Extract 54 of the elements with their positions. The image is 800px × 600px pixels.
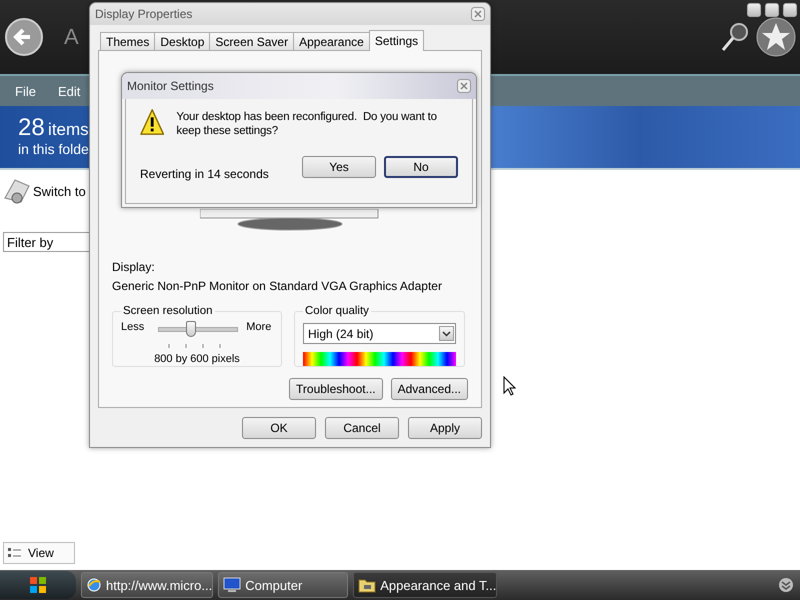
list-icon — [8, 547, 22, 559]
min-label: Less — [121, 321, 144, 333]
tab[interactable]: Themes — [100, 32, 156, 50]
item-count: 28 — [18, 114, 45, 141]
dialog-button[interactable]: OK — [242, 417, 316, 439]
close-icon[interactable] — [471, 7, 485, 21]
tab[interactable]: Settings — [368, 30, 424, 51]
dialog-title: Monitor Settings — [127, 79, 214, 93]
dialog-button[interactable]: Apply — [408, 417, 482, 439]
menu-item[interactable]: Edit — [58, 84, 80, 98]
monitor-icon — [223, 577, 242, 593]
start-button[interactable] — [0, 571, 76, 599]
back-icon[interactable] — [4, 17, 44, 57]
folder-icon — [358, 577, 376, 593]
view-button[interactable]: View — [3, 542, 75, 564]
resolution-slider[interactable] — [156, 321, 240, 337]
countdown-text: Reverting in 14 seconds — [140, 167, 269, 181]
task-link[interactable]: Switch to — [33, 184, 86, 198]
dialog-button[interactable]: No — [384, 156, 458, 178]
chevron-icon[interactable] — [778, 577, 794, 593]
resolution-reading: 800 by 600 pixels — [153, 353, 241, 365]
search-icon[interactable] — [720, 21, 750, 53]
max-label: More — [246, 321, 272, 333]
minimize-button[interactable] — [747, 3, 761, 17]
cursor-icon — [503, 376, 516, 396]
window-title: A — [64, 24, 79, 50]
color-quality-dropdown[interactable]: High (24 bit) — [303, 323, 456, 344]
menu-item[interactable]: File — [15, 84, 36, 98]
maximize-button[interactable] — [765, 3, 779, 17]
display-label: Display: — [112, 260, 156, 274]
dialog-title: Display Properties — [95, 7, 192, 21]
group-title: Screen resolution — [122, 305, 214, 317]
dialog-button[interactable]: Yes — [302, 156, 376, 178]
tab[interactable]: Desktop — [154, 32, 210, 50]
browser-icon — [86, 577, 102, 593]
group-title: Color quality — [304, 305, 370, 317]
slider-thumb[interactable] — [186, 321, 196, 337]
display-value: Generic Non-PnP Monitor on Standard VGA Graphics Adapter — [112, 279, 443, 293]
tab[interactable]: Appearance — [293, 32, 370, 50]
taskbar-button[interactable]: Computer — [218, 572, 348, 598]
warning-icon — [140, 107, 164, 137]
close-icon[interactable] — [457, 79, 471, 93]
dialog-message: Your desktop has been reconfigured. Do you want to keep these settings? — [176, 110, 438, 138]
dialog-button[interactable]: Cancel — [325, 417, 399, 439]
taskbar-button[interactable]: Appearance and T... — [353, 572, 498, 598]
windows-logo-icon — [29, 576, 47, 594]
taskbar-button[interactable]: http://www.micro... — [81, 572, 214, 598]
panel-button[interactable]: Troubleshoot... — [289, 378, 383, 400]
close-button[interactable] — [783, 3, 797, 17]
panel-button[interactable]: Advanced... — [390, 378, 468, 400]
item-count-label: items — [48, 120, 89, 139]
caret-icon — [442, 330, 451, 336]
folder-note: in this folde — [18, 142, 90, 156]
tab[interactable]: Screen Saver — [209, 32, 294, 50]
